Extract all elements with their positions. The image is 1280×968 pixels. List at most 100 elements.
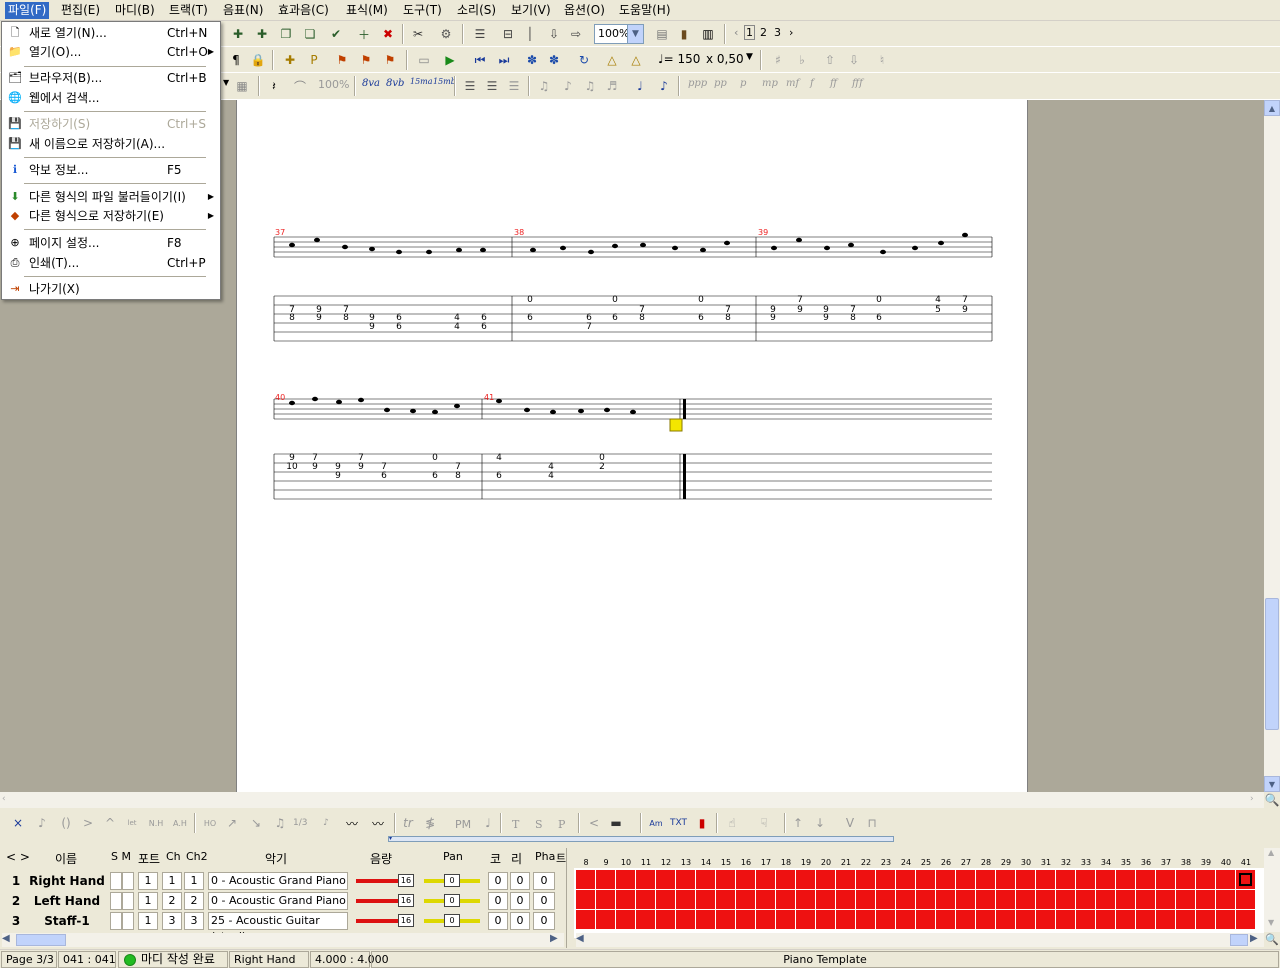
scroll-down-icon[interactable]: ▼ bbox=[1264, 776, 1280, 792]
measure-cell[interactable] bbox=[1116, 890, 1135, 909]
measure-cell[interactable] bbox=[876, 870, 895, 889]
measure-cell[interactable] bbox=[656, 870, 675, 889]
track-phaser[interactable]: 0 bbox=[533, 892, 555, 910]
measure-cell[interactable] bbox=[956, 890, 975, 909]
menu-item-save-as[interactable]: 💾 새 이름으로 저장하기(A)... bbox=[4, 134, 218, 154]
dynamic-f[interactable]: f bbox=[810, 78, 814, 89]
page-view-icon[interactable]: ☰ bbox=[470, 24, 490, 44]
ottava-15mb[interactable]: 15mb bbox=[433, 78, 456, 86]
measure-cell[interactable] bbox=[1056, 890, 1075, 909]
measure-cell[interactable] bbox=[596, 890, 615, 909]
rest-icon[interactable]: 𝄽 bbox=[264, 76, 284, 96]
row3-dropdown-icon[interactable]: ▼ bbox=[223, 78, 229, 87]
measure-cell[interactable] bbox=[856, 890, 875, 909]
tuner-icon[interactable]: ✂ bbox=[408, 24, 428, 44]
countdown-icon[interactable]: △ bbox=[626, 50, 646, 70]
panel-splitter[interactable]: ▾ bbox=[0, 836, 1280, 844]
measure-cell[interactable] bbox=[756, 910, 775, 929]
menu-item-new[interactable]: 🗋 새로 열기(N)... Ctrl+N bbox=[4, 23, 218, 43]
measure-cell[interactable] bbox=[896, 870, 915, 889]
solo-checkbox[interactable] bbox=[110, 892, 122, 910]
measure-cell[interactable] bbox=[996, 870, 1015, 889]
measure-cell[interactable] bbox=[796, 890, 815, 909]
bend-icon[interactable]: ↗ bbox=[222, 813, 242, 833]
track-reverb[interactable]: 0 bbox=[510, 912, 530, 930]
measure-cell[interactable] bbox=[1196, 870, 1215, 889]
track-scroll-left-icon[interactable]: ◀ bbox=[2, 933, 10, 944]
measure-grid-cells[interactable] bbox=[574, 868, 1264, 934]
track-port[interactable]: 1 bbox=[138, 892, 158, 910]
pickstroke-down-icon[interactable]: ☟ bbox=[754, 813, 774, 833]
octave-up-icon[interactable]: ⇧ bbox=[820, 50, 840, 70]
menu-item-page-setup[interactable]: ⊕ 페이지 설정... F8 bbox=[4, 233, 218, 253]
paste-measure-icon[interactable]: ❏ bbox=[300, 24, 320, 44]
measure-cell[interactable] bbox=[796, 870, 815, 889]
insert-measures-icon[interactable]: ✚ bbox=[252, 24, 272, 44]
track-phaser[interactable]: 0 bbox=[533, 912, 555, 930]
measure-cell[interactable] bbox=[836, 910, 855, 929]
measure-cell[interactable] bbox=[1076, 910, 1095, 929]
measure-cell[interactable] bbox=[636, 870, 655, 889]
measure-cell[interactable] bbox=[1176, 870, 1195, 889]
track-row[interactable]: 2 Left Hand 1 2 2 0 - Acoustic Grand Pia… bbox=[0, 891, 566, 911]
chord-am-icon[interactable]: Am bbox=[646, 813, 666, 833]
track-row[interactable]: 1 Right Hand 1 1 1 0 - Acoustic Grand Pi… bbox=[0, 871, 566, 891]
let-ring-icon[interactable]: let bbox=[122, 813, 142, 833]
measure-cell[interactable] bbox=[616, 890, 635, 909]
measure-cell[interactable] bbox=[1196, 890, 1215, 909]
track-instrument[interactable]: 0 - Acoustic Grand Piano bbox=[208, 872, 348, 890]
prev-page-arrow[interactable]: ‹ bbox=[734, 26, 738, 39]
triplet-icon[interactable]: ♬ bbox=[602, 76, 622, 96]
wide-vibrato-icon[interactable]: 〰 bbox=[368, 813, 388, 833]
settings-gear-icon[interactable]: ⚙ bbox=[436, 24, 456, 44]
vertical-scrollbar[interactable]: ▲ ▼ bbox=[1264, 100, 1280, 792]
beam-auto-icon[interactable]: ♫ bbox=[534, 76, 554, 96]
measure-cell[interactable] bbox=[1136, 890, 1155, 909]
menu-item-export[interactable]: ◆ 다른 형식으로 저장하기(E) ▶ bbox=[4, 206, 218, 226]
page-button-3[interactable]: 3 bbox=[774, 26, 781, 39]
measure-cell[interactable] bbox=[1116, 870, 1135, 889]
measure-cell[interactable] bbox=[1016, 890, 1035, 909]
measure-cell[interactable] bbox=[836, 890, 855, 909]
stem-auto-icon[interactable]: ♩ bbox=[630, 76, 650, 96]
measure-cell[interactable] bbox=[776, 890, 795, 909]
track-channel[interactable]: 3 bbox=[162, 912, 182, 930]
mute-checkbox[interactable] bbox=[122, 912, 134, 930]
tremolo-picking-icon[interactable]: ≸ bbox=[420, 813, 440, 833]
measure-cell[interactable] bbox=[716, 910, 735, 929]
track-name[interactable]: Right Hand bbox=[28, 872, 106, 890]
track-name[interactable]: Left Hand bbox=[28, 892, 106, 910]
check-icon[interactable]: ✔ bbox=[326, 24, 346, 44]
measure-cell[interactable] bbox=[576, 910, 595, 929]
measure-cell[interactable] bbox=[576, 890, 595, 909]
dynamic-mf[interactable]: mf bbox=[786, 78, 799, 89]
measure-cell[interactable] bbox=[596, 910, 615, 929]
fretboard-icon[interactable]: ▤ bbox=[652, 24, 672, 44]
mixer-icon[interactable]: ▮ bbox=[692, 813, 712, 833]
volume-slider[interactable] bbox=[356, 919, 400, 923]
track-list-hscrollbar[interactable]: ◀ ▶ bbox=[2, 933, 564, 947]
scroll-up-icon[interactable]: ▲ bbox=[1264, 100, 1280, 116]
measure-cell[interactable] bbox=[616, 910, 635, 929]
measure-cell[interactable] bbox=[696, 870, 715, 889]
measure-cell[interactable] bbox=[1036, 870, 1055, 889]
grid-hscrollbar[interactable]: ◀ ▶ bbox=[576, 933, 1264, 947]
measure-cell[interactable] bbox=[596, 870, 615, 889]
measure-cell[interactable] bbox=[796, 910, 815, 929]
lock-icon[interactable]: 🔒 bbox=[248, 50, 268, 70]
menu-note[interactable]: 음표(N) bbox=[220, 2, 266, 19]
measure-cell[interactable] bbox=[736, 910, 755, 929]
text-label[interactable]: TXT bbox=[670, 818, 687, 828]
upstroke-icon[interactable]: V bbox=[840, 813, 860, 833]
tie-icon[interactable]: ⌒ bbox=[290, 76, 310, 96]
measure-cell[interactable] bbox=[856, 870, 875, 889]
dynamic-ppp[interactable]: ppp bbox=[688, 78, 707, 89]
staccato-icon[interactable]: ♩ bbox=[478, 813, 498, 833]
horizontal-scrollbar[interactable]: ‹ › bbox=[0, 792, 1264, 808]
measure-cell[interactable] bbox=[976, 910, 995, 929]
measure-cell[interactable] bbox=[696, 910, 715, 929]
dynamic-ff[interactable]: ff bbox=[830, 78, 837, 89]
menu-view[interactable]: 보기(V) bbox=[508, 2, 554, 19]
octave-down-icon[interactable]: ⇩ bbox=[844, 50, 864, 70]
measure-cell[interactable] bbox=[736, 870, 755, 889]
